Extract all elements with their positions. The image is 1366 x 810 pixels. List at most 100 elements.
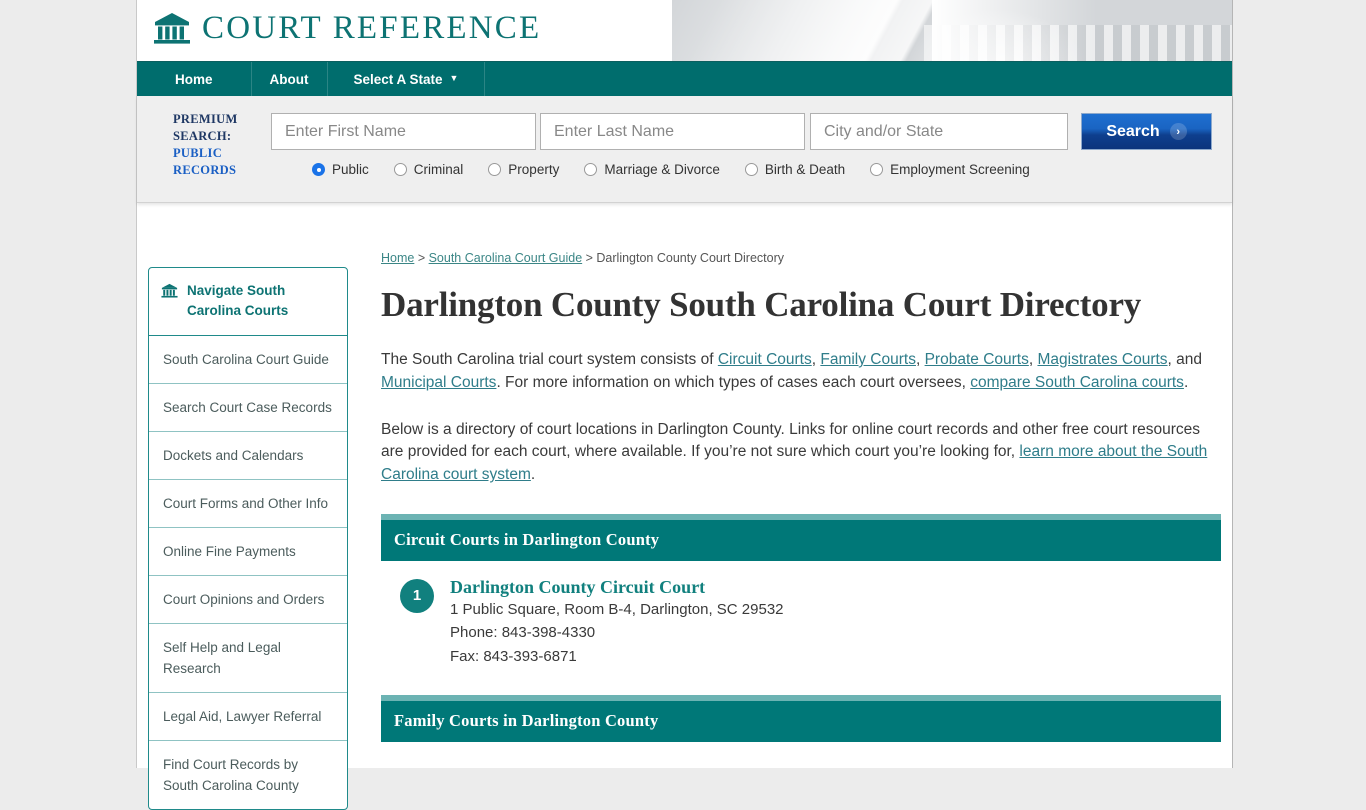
premium-label-line2: SEARCH: bbox=[173, 129, 232, 143]
sidebar-item-label: Online Fine Payments bbox=[163, 544, 296, 559]
sidebar-item-label: Self Help and Legal Research bbox=[163, 640, 281, 676]
sidebar-item-court-guide[interactable]: South Carolina Court Guide bbox=[149, 336, 347, 384]
courthouse-icon bbox=[153, 12, 191, 46]
nav-item-about[interactable]: About bbox=[252, 62, 328, 96]
page-title: Darlington County South Carolina Court D… bbox=[381, 285, 1142, 324]
sidebar-item-label: Dockets and Calendars bbox=[163, 448, 304, 463]
court-address: 1 Public Square, Room B-4, Darlington, S… bbox=[450, 600, 784, 618]
radio-criminal-dot bbox=[393, 163, 407, 176]
radio-criminal[interactable]: Criminal bbox=[393, 162, 464, 177]
radio-employment-screening-label: Employment Screening bbox=[890, 162, 1030, 177]
chevron-right-icon: › bbox=[1169, 123, 1187, 140]
search-button-label: Search bbox=[1106, 122, 1160, 140]
search-category-radios: Public Criminal Property Marriage & Divo… bbox=[312, 162, 1055, 177]
chevron-down-icon: ▼ bbox=[449, 73, 459, 83]
link-magistrates-courts[interactable]: Magistrates Courts bbox=[1037, 351, 1167, 368]
p2-text-2: . bbox=[530, 466, 536, 484]
main-column: Home > South Carolina Court Guide > Darl… bbox=[381, 203, 1221, 743]
sidebar-item-label: South Carolina Court Guide bbox=[163, 352, 329, 367]
sidebar-heading: Navigate South Carolina Courts bbox=[149, 268, 347, 336]
radio-marriage-divorce-label: Marriage & Divorce bbox=[604, 162, 720, 177]
premium-label-line3: PUBLIC bbox=[173, 146, 223, 160]
court-details: Darlington County Circuit Court 1 Public… bbox=[450, 577, 784, 669]
nav-item-select-a-state[interactable]: Select A State ▼ bbox=[328, 62, 486, 96]
radio-property-label: Property bbox=[508, 162, 560, 177]
link-compare-courts[interactable]: compare South Carolina courts bbox=[970, 374, 1184, 391]
radio-employment-screening-dot bbox=[870, 163, 884, 176]
p1-text-6: . For more information on which types of… bbox=[496, 373, 971, 391]
section-heading-family-courts: Family Courts in Darlington County bbox=[381, 701, 1221, 743]
sidebar-item-find-records-by-county[interactable]: Find Court Records by South Carolina Cou… bbox=[149, 741, 347, 809]
p1-text-5: , and bbox=[1167, 351, 1203, 368]
court-entry: 1 Darlington County Circuit Court 1 Publ… bbox=[381, 561, 1221, 669]
court-fax: Fax: 843-393-6871 bbox=[450, 647, 577, 665]
sidebar-item-label: Court Forms and Other Info bbox=[163, 496, 329, 511]
sidebar-item-dockets-calendars[interactable]: Dockets and Calendars bbox=[149, 432, 347, 480]
nav-item-select-a-state-label: Select A State bbox=[353, 71, 443, 87]
premium-label-line1: PREMIUM bbox=[173, 112, 238, 126]
radio-birth-death-dot bbox=[744, 163, 758, 176]
sidebar-item-label: Legal Aid, Lawyer Referral bbox=[163, 709, 322, 724]
first-name-input[interactable] bbox=[271, 113, 536, 150]
sidebar-navigate-courts: Navigate South Carolina Courts South Car… bbox=[148, 267, 348, 810]
masthead-fade-overlay bbox=[932, 0, 1232, 61]
link-family-courts[interactable]: Family Courts bbox=[820, 351, 916, 368]
breadcrumb-sep-1: > bbox=[414, 251, 429, 265]
radio-birth-death-label: Birth & Death bbox=[764, 162, 846, 177]
radio-property[interactable]: Property bbox=[488, 162, 559, 177]
intro-paragraph-2: Below is a directory of court locations … bbox=[381, 419, 1221, 487]
sidebar-item-court-forms[interactable]: Court Forms and Other Info bbox=[149, 480, 347, 528]
section-circuit-courts: Circuit Courts in Darlington County 1 Da… bbox=[381, 513, 1221, 669]
premium-label-line4: RECORDS bbox=[173, 163, 237, 177]
premium-search-label: PREMIUM SEARCH: PUBLIC RECORDS bbox=[173, 111, 268, 179]
breadcrumb-home[interactable]: Home bbox=[381, 251, 414, 265]
radio-marriage-divorce[interactable]: Marriage & Divorce bbox=[584, 162, 720, 177]
breadcrumb-court-guide[interactable]: South Carolina Court Guide bbox=[429, 251, 583, 265]
last-name-input[interactable] bbox=[540, 113, 805, 150]
p1-text-7: . bbox=[1183, 373, 1189, 391]
court-phone: Phone: 843-398-4330 bbox=[450, 624, 596, 642]
link-circuit-courts[interactable]: Circuit Courts bbox=[718, 351, 812, 368]
sidebar-item-opinions-orders[interactable]: Court Opinions and Orders bbox=[149, 576, 347, 624]
radio-public-dot bbox=[312, 163, 325, 176]
sidebar-item-label: Find Court Records by South Carolina Cou… bbox=[163, 757, 299, 793]
sidebar-item-label: Search Court Case Records bbox=[163, 400, 332, 415]
p1-text-1: The South Carolina trial court system co… bbox=[381, 351, 718, 368]
court-number-badge: 1 bbox=[400, 578, 434, 613]
sidebar-heading-label: Navigate South Carolina Courts bbox=[187, 283, 289, 318]
intro-paragraph-1: The South Carolina trial court system co… bbox=[381, 349, 1221, 395]
breadcrumb-sep-2: > bbox=[582, 251, 597, 265]
sidebar-item-legal-aid[interactable]: Legal Aid, Lawyer Referral bbox=[149, 693, 347, 741]
radio-public[interactable]: Public bbox=[312, 162, 369, 177]
section-heading-circuit-courts: Circuit Courts in Darlington County bbox=[381, 519, 1221, 561]
court-name-link[interactable]: Darlington County Circuit Court bbox=[450, 577, 784, 598]
brand-title: COURT REFERENCE bbox=[202, 10, 542, 46]
radio-marriage-divorce-dot bbox=[584, 163, 598, 176]
p1-text-3: , bbox=[915, 351, 925, 368]
radio-public-label: Public bbox=[332, 162, 369, 177]
radio-criminal-label: Criminal bbox=[413, 162, 464, 177]
breadcrumb-current: Darlington County Court Directory bbox=[596, 251, 784, 265]
nav-item-home[interactable]: Home bbox=[137, 62, 252, 96]
city-state-input[interactable] bbox=[810, 113, 1068, 150]
breadcrumb: Home > South Carolina Court Guide > Darl… bbox=[381, 203, 1221, 265]
search-button[interactable]: Search › bbox=[1081, 113, 1212, 150]
masthead: COURT REFERENCE bbox=[137, 0, 1232, 61]
main-navigation: Home About Select A State ▼ bbox=[137, 61, 1232, 96]
sidebar-item-search-case-records[interactable]: Search Court Case Records bbox=[149, 384, 347, 432]
page-container: COURT REFERENCE Home About Select A Stat… bbox=[136, 0, 1233, 810]
courthouse-icon bbox=[161, 281, 178, 299]
radio-property-dot bbox=[488, 163, 502, 176]
premium-search-bar: PREMIUM SEARCH: PUBLIC RECORDS Search › … bbox=[137, 96, 1232, 203]
link-municipal-courts[interactable]: Municipal Courts bbox=[381, 374, 496, 391]
nav-item-about-label: About bbox=[269, 71, 309, 87]
site-logo[interactable]: COURT REFERENCE bbox=[153, 10, 541, 47]
sidebar-item-online-fine-payments[interactable]: Online Fine Payments bbox=[149, 528, 347, 576]
section-family-courts: Family Courts in Darlington County bbox=[381, 695, 1221, 743]
sidebar-item-label: Court Opinions and Orders bbox=[163, 592, 325, 607]
radio-birth-death[interactable]: Birth & Death bbox=[744, 162, 846, 177]
radio-employment-screening[interactable]: Employment Screening bbox=[870, 162, 1030, 177]
sidebar-item-self-help[interactable]: Self Help and Legal Research bbox=[149, 624, 347, 693]
nav-item-home-label: Home bbox=[175, 71, 213, 87]
link-probate-courts[interactable]: Probate Courts bbox=[925, 351, 1029, 368]
